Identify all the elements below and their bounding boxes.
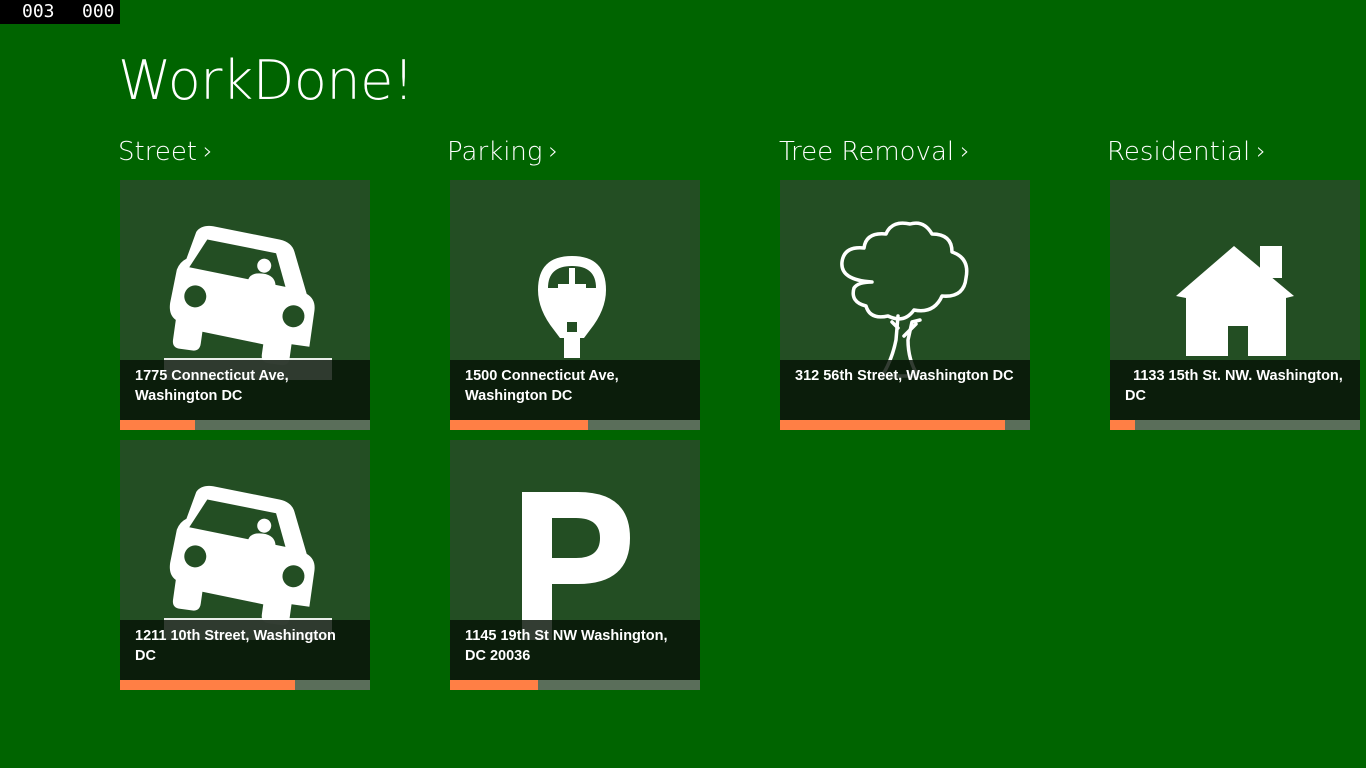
progress-bar (120, 680, 370, 690)
group-header-street[interactable]: Street › (118, 134, 213, 169)
progress-fill (120, 420, 195, 430)
progress-fill (450, 680, 538, 690)
progress-bar (450, 420, 700, 430)
progress-fill (1110, 420, 1135, 430)
frame-counter-right: 000 (82, 1, 115, 22)
work-tile-parking-1[interactable]: 1500 Connecticut Ave, Washington DC (450, 180, 700, 430)
work-tile-street-2[interactable]: 1211 10th Street, Washington DC (120, 440, 370, 690)
page-title: WorkDone! (118, 49, 414, 112)
work-tile-tree-removal-1[interactable]: 312 56th Street, Washington DC (780, 180, 1030, 430)
frame-counter-left: 003 (22, 1, 55, 22)
tile-address: 1775 Connecticut Ave, Washington DC (120, 360, 370, 420)
progress-bar (1110, 420, 1360, 430)
tile-address: 1500 Connecticut Ave, Washington DC (450, 360, 700, 420)
tile-address: 1145 19th St NW Washington, DC 20036 (450, 620, 700, 680)
frame-counter: 003 000 (0, 0, 120, 24)
progress-bar (120, 420, 370, 430)
progress-fill (780, 420, 1005, 430)
group-header-tree-removal[interactable]: Tree Removal › (779, 134, 970, 169)
chevron-right-icon: › (960, 137, 970, 165)
tile-address: 312 56th Street, Washington DC (780, 360, 1030, 420)
group-header-label: Street (118, 137, 198, 167)
progress-bar (450, 680, 700, 690)
chevron-right-icon: › (1256, 137, 1266, 165)
tile-address: 1211 10th Street, Washington DC (120, 620, 370, 680)
progress-fill (120, 680, 295, 690)
group-header-label: Residential (1107, 137, 1251, 167)
chevron-right-icon: › (548, 137, 559, 165)
work-tile-street-1[interactable]: 1775 Connecticut Ave, Washington DC (120, 180, 370, 430)
chevron-right-icon: › (203, 137, 213, 165)
group-header-parking[interactable]: Parking › (447, 134, 558, 169)
tile-address: 1133 15th St. NW. Washington, DC (1110, 360, 1360, 420)
work-tile-residential-1[interactable]: 1133 15th St. NW. Washington, DC (1110, 180, 1360, 430)
group-header-label: Parking (447, 137, 543, 167)
group-header-label: Tree Removal (779, 137, 955, 167)
group-header-residential[interactable]: Residential › (1107, 134, 1266, 169)
work-tile-parking-2[interactable]: 1145 19th St NW Washington, DC 20036 (450, 440, 700, 690)
progress-fill (450, 420, 588, 430)
progress-bar (780, 420, 1030, 430)
